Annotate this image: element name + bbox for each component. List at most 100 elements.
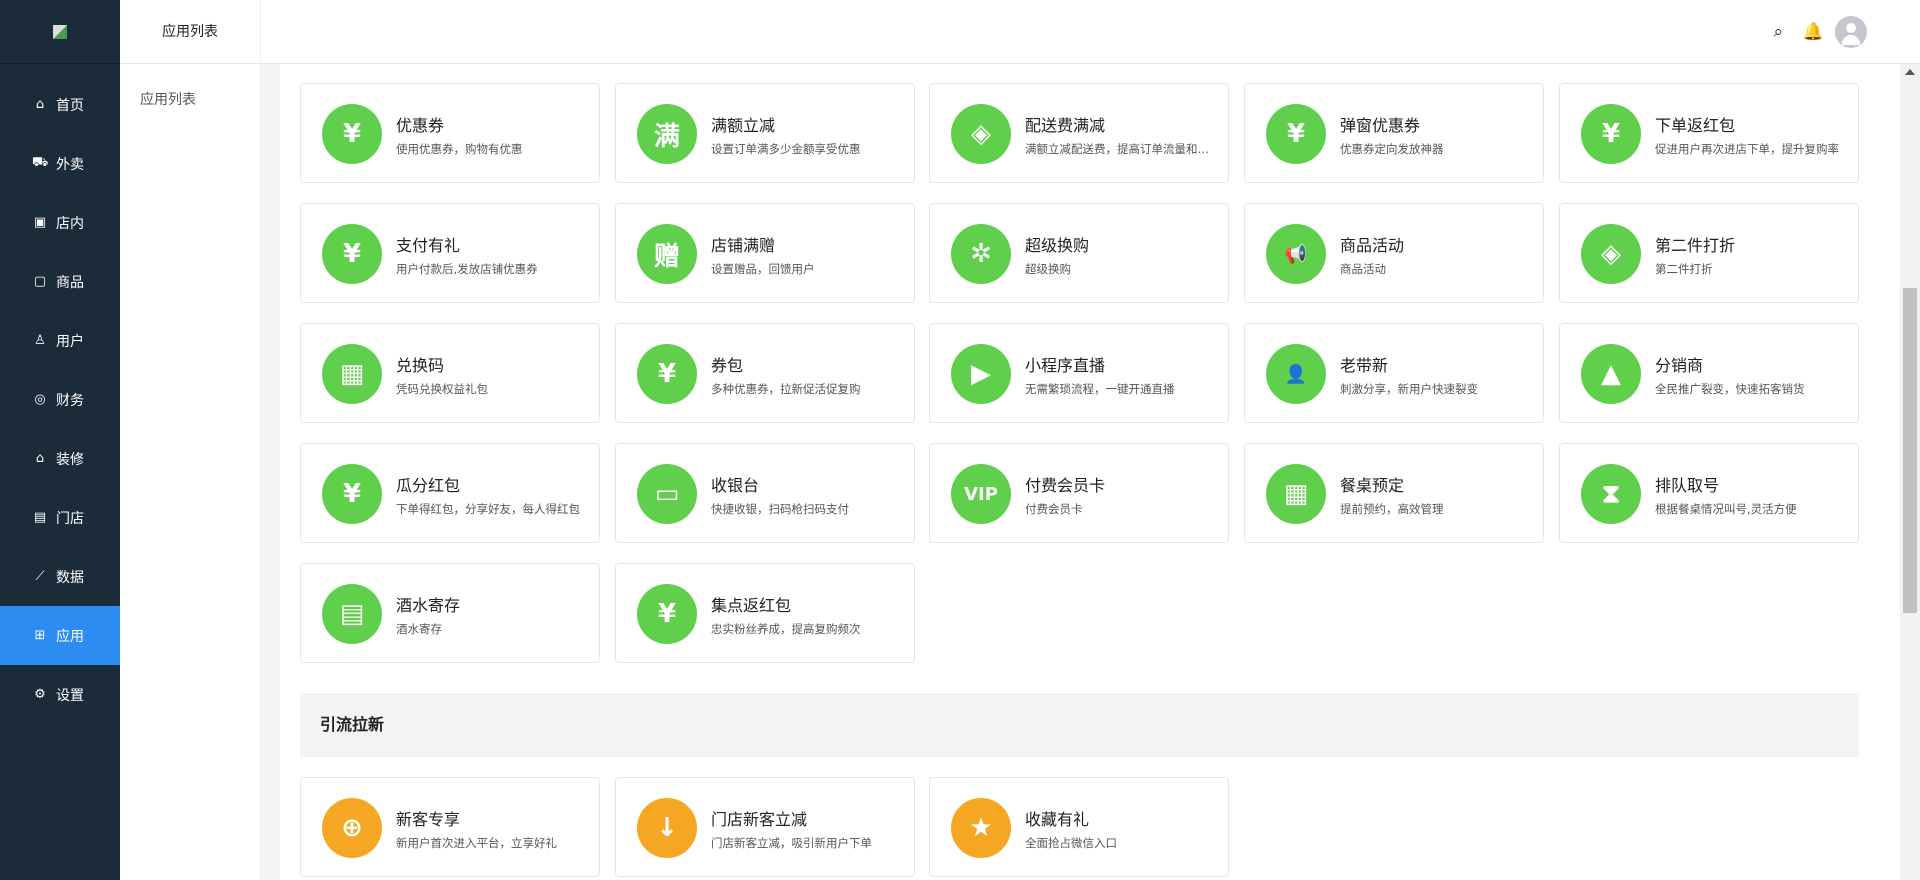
split-red-packet-icon: ¥ <box>322 464 382 524</box>
home-icon: ⌂ <box>35 97 45 112</box>
section-title-traffic: 引流拉新 <box>300 693 1859 757</box>
calendar-icon: ▦ <box>1266 464 1326 524</box>
app-title: 新客专享 <box>396 810 461 829</box>
sub-sidebar-item-app-list[interactable]: 应用列表 <box>120 64 260 109</box>
app-card[interactable]: ▤ 酒水寄存 酒水寄存 <box>300 563 600 663</box>
coupon-icon: ¥ <box>322 104 382 164</box>
sidebar-item-settings[interactable]: ⚙ 设置 <box>0 665 120 724</box>
sidebar-item-chart[interactable]: ⟋ 数据 <box>0 547 120 606</box>
scroll-up-icon[interactable] <box>1905 69 1915 75</box>
app-description: 促进用户再次进店下单，提升复购率 <box>1655 142 1839 156</box>
search-icon[interactable]: ⌕ <box>1773 22 1783 42</box>
app-card[interactable]: ¥ 弹窗优惠券 优惠券定向发放神器 <box>1244 83 1544 183</box>
sidebar-item-user[interactable]: ♙ 用户 <box>0 311 120 370</box>
app-description: 设置赠品，回馈用户 <box>711 262 815 276</box>
app-card[interactable]: ▭ 收银台 快捷收银，扫码枪扫码支付 <box>615 443 915 543</box>
app-card[interactable]: 👤 老带新 刺激分享，新用户快速裂变 <box>1244 323 1544 423</box>
app-title: 小程序直播 <box>1025 356 1106 375</box>
sidebar-item-home[interactable]: ⌂ 首页 <box>0 75 120 134</box>
avatar[interactable] <box>1835 16 1867 48</box>
app-card[interactable]: ↓ 门店新客立减 门店新客立减，吸引新用户下单 <box>615 777 915 877</box>
app-title: 酒水寄存 <box>396 596 461 615</box>
app-card[interactable]: ¥ 瓜分红包 下单得红包，分享好友，每人得红包 <box>300 443 600 543</box>
app-card[interactable]: ◈ 配送费满减 满额立减配送费，提高订单流量和… <box>929 83 1229 183</box>
sidebar-item-decorate[interactable]: ⌂ 装修 <box>0 429 120 488</box>
sidebar-item-label: 应用 <box>56 628 84 645</box>
storage-icon: ▤ <box>322 584 382 644</box>
app-card[interactable]: ▲ 分销商 全民推广裂变，快速拓客销货 <box>1559 323 1859 423</box>
sidebar-item-label: 商品 <box>56 274 84 291</box>
app-card[interactable]: ¥ 支付有礼 用户付款后,发放店铺优惠券 <box>300 203 600 303</box>
sidebar-item-label: 财务 <box>56 392 84 409</box>
app-description: 使用优惠券，购物有优惠 <box>396 142 523 156</box>
app-description: 多种优惠券，拉新促活促复购 <box>711 382 861 396</box>
scrollbar[interactable] <box>1900 64 1920 880</box>
app-title: 集点返红包 <box>711 596 792 615</box>
app-card[interactable]: ⊕ 新客专享 新用户首次进入平台，立享好礼 <box>300 777 600 877</box>
finance-icon: ◎ <box>34 392 46 407</box>
sidebar-item-goods[interactable]: ▢ 商品 <box>0 252 120 311</box>
app-card[interactable]: ★ 收藏有礼全面抢占微信入口 <box>929 777 1229 877</box>
gift-icon: 赠 <box>637 224 697 284</box>
bell-icon[interactable]: 🔔 <box>1803 22 1824 42</box>
app-title: 老带新 <box>1340 356 1389 375</box>
app-description: 全面抢占微信入口 <box>1025 836 1117 850</box>
app-description: 第二件打折 <box>1655 262 1713 276</box>
coupon-pack-icon: ¥ <box>637 344 697 404</box>
app-description: 提前预约，高效管理 <box>1340 502 1444 516</box>
live-icon: ▶ <box>951 344 1011 404</box>
sidebar-item-label: 设置 <box>56 687 84 704</box>
app-title: 店铺满赠 <box>711 236 776 255</box>
sidebar-item-label: 装修 <box>56 451 84 468</box>
scrollbar-thumb[interactable] <box>1903 288 1917 613</box>
sidebar-item-apps[interactable]: ⊞ 应用 <box>0 606 120 665</box>
app-title: 优惠券 <box>396 116 445 135</box>
sidebar-item-label: 首页 <box>56 97 84 114</box>
app-card[interactable]: ▦ 餐桌预定提前预约，高效管理 <box>1244 443 1544 543</box>
app-card[interactable]: ¥ 下单返红包 促进用户再次进店下单，提升复购率 <box>1559 83 1859 183</box>
app-description: 酒水寄存 <box>396 622 442 636</box>
app-card[interactable]: VIP 付费会员卡 付费会员卡 <box>929 443 1229 543</box>
app-description: 无需繁琐流程，一键开通直播 <box>1025 382 1175 396</box>
sidebar-item-shop[interactable]: ▤ 门店 <box>0 488 120 547</box>
app-description: 商品活动 <box>1340 262 1386 276</box>
app-description: 门店新客立减，吸引新用户下单 <box>711 836 872 850</box>
apps-icon: ⊞ <box>34 628 46 643</box>
app-description: 刺激分享，新用户快速裂变 <box>1340 382 1478 396</box>
app-card[interactable]: ¥ 集点返红包 忠实粉丝养成，提高复购频次 <box>615 563 915 663</box>
redeem-icon: ▦ <box>322 344 382 404</box>
app-card[interactable]: ▶ 小程序直播无需繁琐流程，一键开通直播 <box>929 323 1229 423</box>
app-card[interactable]: ▦ 兑换码 凭码兑换权益礼包 <box>300 323 600 423</box>
logo-image-icon <box>53 24 67 39</box>
app-title: 超级换购 <box>1025 236 1090 255</box>
app-title: 满额立减 <box>711 116 776 135</box>
app-title: 收藏有礼 <box>1025 810 1090 829</box>
app-description: 付费会员卡 <box>1025 502 1083 516</box>
app-card[interactable]: ¥ 优惠券使用优惠券，购物有优惠 <box>300 83 600 183</box>
app-title: 餐桌预定 <box>1340 476 1405 495</box>
points-red-packet-icon: ¥ <box>637 584 697 644</box>
sidebar-item-label: 店内 <box>56 215 84 232</box>
app-card[interactable]: ◈ 第二件打折 第二件打折 <box>1559 203 1859 303</box>
app-card[interactable]: 赠店铺满赠设置赠品，回馈用户 <box>615 203 915 303</box>
app-description: 新用户首次进入平台，立享好礼 <box>396 836 557 850</box>
discount-tag-icon: ◈ <box>1581 224 1641 284</box>
app-card[interactable]: ✲ 超级换购 超级换购 <box>929 203 1229 303</box>
app-description: 根据餐桌情况叫号,灵活方便 <box>1655 502 1797 516</box>
app-description: 满额立减配送费，提高订单流量和… <box>1025 142 1209 156</box>
sub-sidebar-title: 应用列表 <box>120 0 260 64</box>
app-description: 全民推广裂变，快速拓客销货 <box>1655 382 1805 396</box>
app-description: 下单得红包，分享好友，每人得红包 <box>396 502 580 516</box>
store-in-icon: ▣ <box>33 215 47 230</box>
sidebar-item-finance[interactable]: ◎ 财务 <box>0 370 120 429</box>
sidebar-item-delivery[interactable]: ⛟ 外卖 <box>0 134 120 193</box>
app-card[interactable]: 📢 商品活动 商品活动 <box>1244 203 1544 303</box>
app-card[interactable]: 满满额立减 设置订单满多少金额享受优惠 <box>615 83 915 183</box>
app-card[interactable]: ⧗ 排队取号 根据餐桌情况叫号,灵活方便 <box>1559 443 1859 543</box>
star-icon: ★ <box>951 798 1011 858</box>
logo <box>0 0 120 64</box>
sidebar-item-store-in[interactable]: ▣ 店内 <box>0 193 120 252</box>
app-title: 付费会员卡 <box>1025 476 1106 495</box>
popup-coupon-icon: ¥ <box>1266 104 1326 164</box>
app-card[interactable]: ¥ 券包 多种优惠券，拉新促活促复购 <box>615 323 915 423</box>
